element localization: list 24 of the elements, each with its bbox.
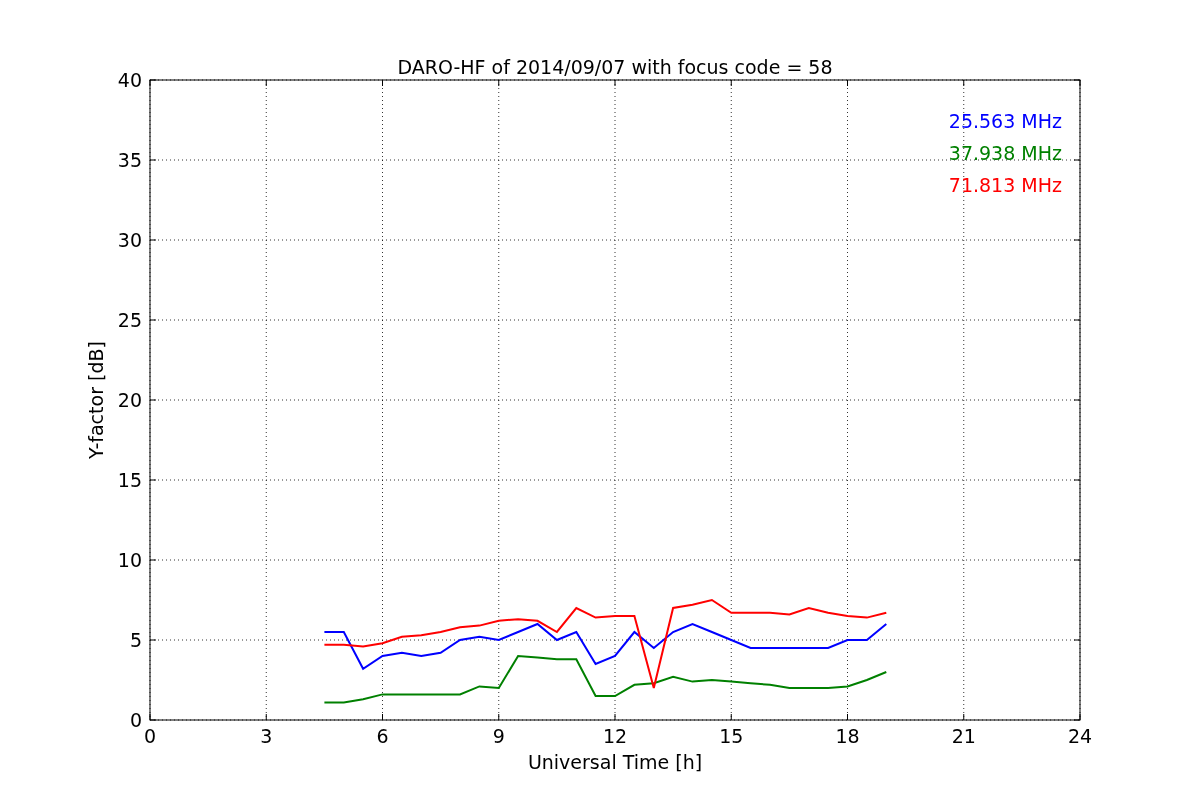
x-tick-label: 9 [492,725,505,747]
x-tick-label: 18 [835,725,860,747]
x-tick-label: 6 [376,725,389,747]
x-tick-label: 12 [602,725,628,747]
y-tick-label: 25 [117,309,142,331]
legend-label: 71.813 MHz [948,174,1062,196]
y-tick-label: 30 [117,229,142,251]
x-tick-label: 21 [951,725,976,747]
y-tick-label: 15 [117,469,142,491]
y-tick-label: 40 [117,69,142,91]
legend-label: 37.938 MHz [948,142,1062,164]
y-axis-label: Y-factor [dB] [85,341,107,459]
y-tick-label: 10 [117,549,142,571]
x-axis-label: Universal Time [h] [527,751,703,773]
x-tick-label: 0 [143,725,157,747]
x-tick-label: 15 [719,725,744,747]
x-tick-label: 3 [260,725,273,747]
y-tick-label: 5 [129,629,142,651]
y-tick-label: 35 [117,149,142,171]
legend-label: 25.563 MHz [948,110,1062,132]
y-tick-label: 0 [129,709,142,731]
chart-title: DARO-HF of 2014/09/07 with focus code = 58 [397,56,833,78]
x-tick-label: 24 [1067,725,1093,747]
y-tick-label: 20 [117,389,142,411]
